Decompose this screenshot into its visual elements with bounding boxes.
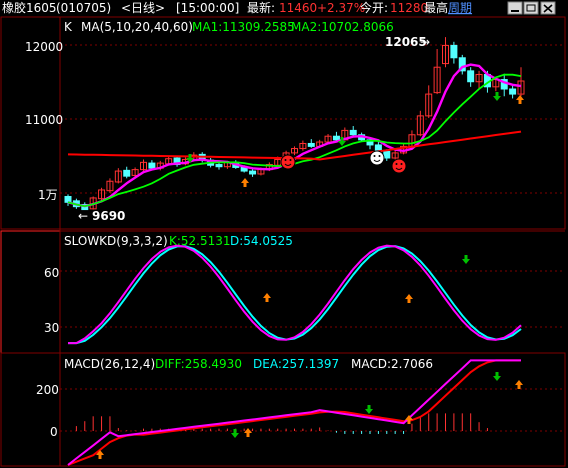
ma2-value: MA2:10702.8066 <box>291 20 394 34</box>
period-link[interactable]: 周期 <box>448 1 472 15</box>
macd-tick-200: 200 <box>36 383 59 397</box>
period-label: <日线> <box>121 1 165 15</box>
signal-icons <box>96 92 524 459</box>
smiley-eye <box>373 155 376 157</box>
sell-arrow-icon <box>493 92 501 101</box>
time-label: [15:00:00] <box>176 1 239 15</box>
moving-average-lines <box>67 63 522 208</box>
buy-arrow-icon <box>516 95 524 104</box>
macd-tick-0: 0 <box>50 425 58 439</box>
candle-body <box>307 142 315 147</box>
sell-arrow-icon <box>365 405 373 414</box>
buy-arrow-icon <box>244 428 252 437</box>
ma3-line <box>67 130 522 161</box>
sell-arrow-icon <box>493 372 501 381</box>
ma1-line <box>67 63 522 208</box>
stock-chart-window: 橡胶1605 (010705) <日线> [15:00:00] 最新: 1146… <box>0 0 568 467</box>
smiley-eye <box>395 163 398 165</box>
high-label: 最高 <box>424 0 448 15</box>
macd-macd-value: MACD:2.7066 <box>351 357 433 371</box>
candle-body <box>450 44 458 59</box>
candle-body <box>215 164 223 168</box>
latest-label: 最新: <box>247 0 275 15</box>
minimize-button[interactable] <box>507 1 523 15</box>
sell-arrow-icon <box>231 429 239 438</box>
smiley-eye <box>400 163 403 165</box>
buy-arrow-icon <box>241 178 249 187</box>
candle-body <box>349 129 357 136</box>
candle-body <box>148 162 156 169</box>
kd-d-line <box>68 245 522 345</box>
open-value: 11280 <box>390 1 428 15</box>
buy-arrow-icon <box>263 293 271 302</box>
minimize-icon <box>511 10 519 12</box>
candle-body <box>509 88 517 95</box>
kd-tick-60: 60 <box>44 266 59 280</box>
close-button[interactable] <box>540 1 556 15</box>
open-label: 今开: <box>360 0 388 15</box>
smiley-eye <box>378 155 381 157</box>
macd-title: MACD(26,12,4) <box>64 357 155 371</box>
candle-body <box>249 170 257 175</box>
kd-d-value: D:54.0525 <box>230 234 293 248</box>
price-tick-10000: 1万 <box>38 188 58 202</box>
smiley-eye <box>284 159 287 161</box>
candle-body <box>64 195 72 203</box>
symbol-label: 橡胶1605 <box>2 0 57 15</box>
candle-body <box>123 169 131 177</box>
smiley-eye <box>289 159 292 161</box>
ma1-value: MA1:11309.2585 <box>192 20 295 34</box>
macd-lines <box>67 359 521 466</box>
price-tick-11000: 11000 <box>25 113 63 127</box>
smiley-icon <box>369 150 385 166</box>
high-marker-arrow: → <box>420 35 430 49</box>
low-marker-arrow: ← <box>78 209 88 223</box>
low-marker: 9690 <box>92 209 125 223</box>
macd-diff-line <box>67 359 521 466</box>
buy-arrow-icon <box>515 380 523 389</box>
code-label: (010705) <box>56 1 111 15</box>
smiley-icon <box>391 158 407 174</box>
candle-body <box>467 70 475 83</box>
kd-lines <box>68 244 522 345</box>
candle-body <box>383 150 391 159</box>
restore-button[interactable] <box>523 1 539 15</box>
smiley-icon <box>280 154 296 170</box>
main-title-ma: MA(5,10,20,40,60) <box>81 20 193 34</box>
macd-dea-value: DEA:257.1397 <box>253 357 339 371</box>
buy-arrow-icon <box>405 294 413 303</box>
change-pct: +2.37% <box>317 1 365 15</box>
kd-k-line <box>68 244 522 345</box>
latest-value: 11460 <box>279 1 317 15</box>
candle-body <box>332 135 340 141</box>
macd-diff-value: DIFF:258.4930 <box>155 357 242 371</box>
kd-title: SLOWKD(9,3,3,2) <box>64 234 168 248</box>
candlesticks <box>64 37 525 211</box>
kd-tick-30: 30 <box>44 321 59 335</box>
main-title-k: K <box>64 20 73 34</box>
price-tick-12000: 12000 <box>25 40 63 54</box>
sell-arrow-icon <box>462 255 470 264</box>
